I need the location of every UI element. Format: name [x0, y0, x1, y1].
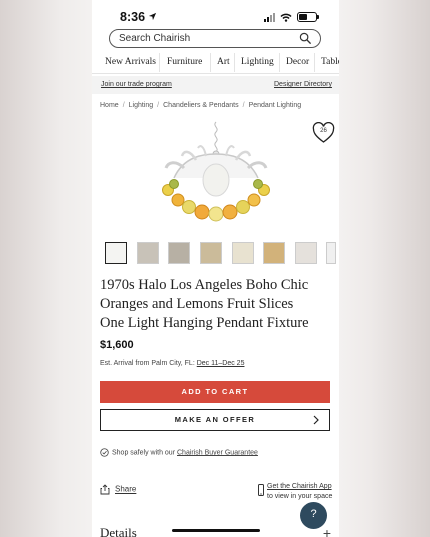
nav-item-table[interactable]: Table [321, 57, 339, 67]
nav-item-new-arrivals[interactable]: New Arrivals [105, 57, 156, 67]
arrival-dates-link[interactable]: Dec 11–Dec 25 [197, 360, 245, 367]
product-price: $1,600 [100, 339, 134, 351]
search-bar[interactable]: Search Chairish [109, 29, 321, 48]
status-time: 8:36 [120, 10, 146, 24]
search-input[interactable]: Search Chairish [119, 33, 190, 44]
guarantee-prefix: Shop safely with our [112, 449, 176, 457]
trade-bar: Join our trade program Designer Director… [92, 76, 339, 94]
details-expand-toggle[interactable]: + [323, 525, 331, 537]
get-app-subtext: to view in your space [267, 493, 333, 500]
make-offer-label: MAKE AN OFFER [174, 415, 256, 424]
status-icons [264, 12, 319, 22]
nav-item-decor[interactable]: Decor [286, 57, 309, 67]
add-to-cart-button[interactable]: ADD TO CART [100, 381, 330, 403]
thumbnail-4[interactable] [200, 242, 222, 264]
nav-divider [279, 53, 280, 72]
designer-directory-link[interactable]: Designer Directory [274, 81, 332, 88]
thumbnail-2[interactable] [137, 242, 159, 264]
product-title-line: One Light Hanging Pendant Fixture [100, 315, 309, 331]
thumbnail-5[interactable] [232, 242, 254, 264]
phone-screen: 8:36 Search Chairish New Arrivals Furnit… [92, 0, 339, 537]
breadcrumb-chandeliers[interactable]: Chandeliers & Pendants [163, 102, 239, 109]
product-title-line: 1970s Halo Los Angeles Boho Chic [100, 277, 309, 293]
product-image[interactable] [154, 120, 279, 230]
search-icon[interactable] [299, 32, 312, 45]
check-circle-icon [100, 448, 109, 457]
nav-divider [234, 53, 235, 72]
arrival-label: Est. Arrival from Palm City, FL: [100, 360, 195, 367]
breadcrumb-home[interactable]: Home [100, 102, 119, 109]
favorite-count: 26 [320, 128, 327, 134]
thumbnail-3[interactable] [168, 242, 190, 264]
join-trade-link[interactable]: Join our trade program [101, 81, 172, 88]
thumbnail-7[interactable] [295, 242, 317, 264]
share-button[interactable]: Share [100, 484, 136, 495]
home-indicator [172, 529, 260, 532]
help-icon: ? [310, 508, 317, 520]
category-nav: New Arrivals Furniture Art Lighting Deco… [92, 53, 339, 74]
thumbnail-1[interactable] [105, 242, 127, 264]
make-offer-button[interactable]: MAKE AN OFFER [100, 409, 330, 431]
thumbnail-8[interactable] [326, 242, 336, 264]
breadcrumb-lighting[interactable]: Lighting [129, 102, 154, 109]
signal-icon [264, 12, 275, 22]
buyer-guarantee-link[interactable]: Chairish Buyer Guarantee [177, 449, 258, 456]
help-chat-button[interactable]: ? [300, 502, 327, 529]
battery-icon [297, 12, 319, 22]
product-title: 1970s Halo Los Angeles Boho Chic Oranges… [100, 276, 332, 333]
nav-item-lighting[interactable]: Lighting [241, 57, 274, 67]
thumbnail-6[interactable] [263, 242, 285, 264]
nav-item-furniture[interactable]: Furniture [167, 57, 202, 67]
location-arrow-icon [148, 12, 157, 21]
product-title-line: Oranges and Lemons Fruit Slices [100, 296, 294, 312]
estimated-arrival: Est. Arrival from Palm City, FL: Dec 11–… [100, 360, 244, 367]
buyer-guarantee: Shop safely with our Chairish Buyer Guar… [100, 448, 258, 457]
get-app-link[interactable]: Get the Chairish App [267, 483, 332, 490]
favorite-button[interactable]: 26 [312, 121, 335, 144]
nav-divider [210, 53, 211, 72]
status-bar: 8:36 [92, 8, 339, 26]
share-label[interactable]: Share [115, 485, 136, 494]
breadcrumb-pendant[interactable]: Pendant Lighting [249, 102, 302, 109]
get-app-promo[interactable]: Get the Chairish App to view in your spa… [258, 482, 332, 502]
details-heading[interactable]: Details [100, 525, 137, 537]
share-icon [100, 484, 110, 495]
nav-divider [314, 53, 315, 72]
wifi-icon [280, 13, 292, 22]
breadcrumb: Home / Lighting / Chandeliers & Pendants / Pen… [100, 102, 302, 109]
mobile-phone-icon [258, 484, 264, 496]
nav-divider [159, 53, 160, 72]
nav-item-art[interactable]: Art [217, 57, 230, 67]
chevron-right-icon [313, 415, 319, 425]
